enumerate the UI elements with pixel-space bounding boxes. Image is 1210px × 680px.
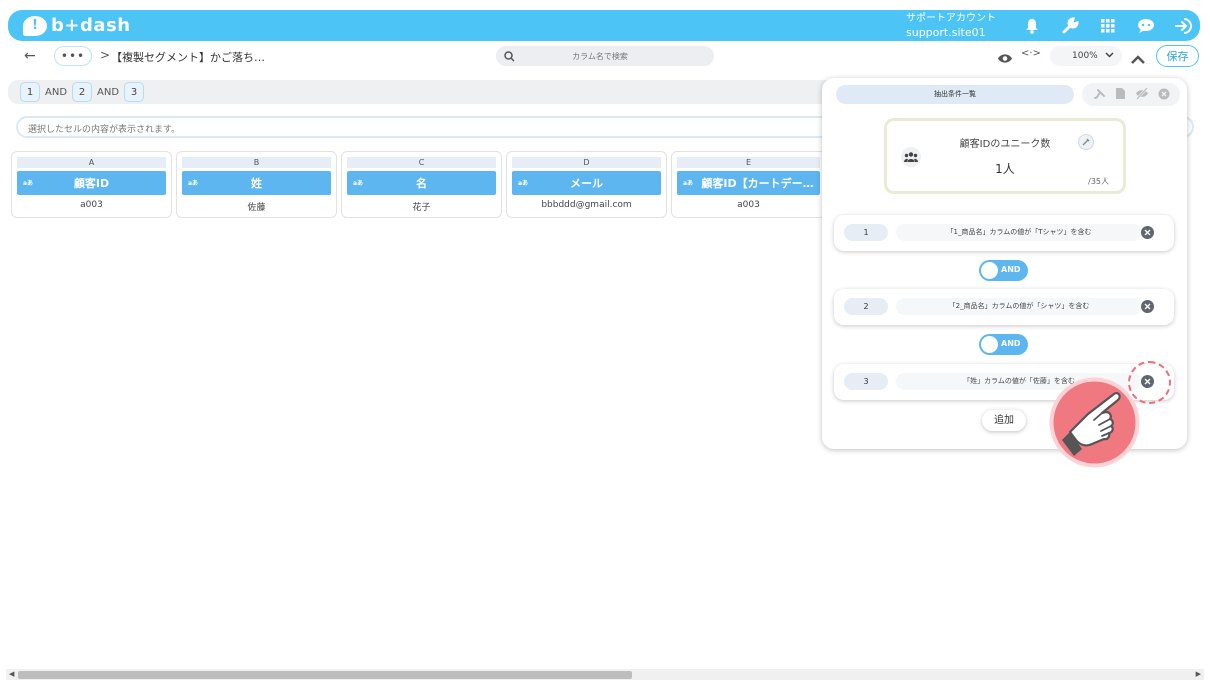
zoom-select[interactable]: 100% bbox=[1050, 46, 1122, 66]
eye-off-icon[interactable] bbox=[1135, 85, 1149, 104]
column-name: 顧客ID bbox=[73, 177, 110, 190]
unique-count-value: 1人 bbox=[995, 162, 1015, 176]
column-search bbox=[496, 46, 714, 66]
logout-icon[interactable] bbox=[1165, 17, 1203, 35]
chevron-up-icon[interactable] bbox=[1131, 49, 1145, 68]
text-type-icon: aあ bbox=[23, 180, 34, 187]
and-toggle[interactable]: AND bbox=[979, 334, 1028, 355]
column-value[interactable]: 花子 bbox=[342, 200, 501, 213]
condition-text[interactable]: 「2_商品名」カラムの値が「シャツ」を含む bbox=[896, 298, 1142, 315]
grid-apps-icon[interactable] bbox=[1089, 18, 1127, 33]
column-header[interactable]: aあ 姓 bbox=[182, 171, 331, 195]
search-icon bbox=[504, 47, 515, 66]
and-label: AND bbox=[1001, 265, 1021, 274]
account-site: support.site01 bbox=[906, 26, 986, 39]
account-label: サポートアカウント bbox=[906, 13, 996, 24]
chat-support-icon[interactable] bbox=[1127, 18, 1165, 34]
column-name: 名 bbox=[416, 177, 427, 190]
edit-icon[interactable] bbox=[1078, 134, 1094, 150]
column-name: 姓 bbox=[251, 177, 262, 190]
scrollbar-thumb[interactable] bbox=[18, 671, 632, 679]
breadcrumb-separator: > bbox=[100, 48, 111, 62]
column-header[interactable]: aあ メール bbox=[512, 171, 661, 195]
logo-text: b+dash bbox=[51, 15, 131, 36]
condition-chips: 1 AND 2 AND 3 bbox=[20, 82, 145, 102]
search-input[interactable] bbox=[515, 51, 685, 61]
chip-and-label: AND bbox=[45, 86, 68, 98]
logo[interactable]: ! b+dash bbox=[23, 15, 131, 36]
condition-chip[interactable]: 1 bbox=[20, 82, 40, 102]
tab-conditions-list[interactable]: 抽出条件一覧 bbox=[836, 85, 1074, 104]
column-value[interactable]: bbbddd@gmail.com bbox=[507, 200, 666, 210]
column-name: 顧客ID【カートデー… bbox=[701, 177, 814, 190]
text-type-icon: aあ bbox=[353, 180, 364, 187]
wrench-icon[interactable] bbox=[1051, 16, 1089, 35]
scroll-right-icon[interactable]: ▶ bbox=[1196, 670, 1201, 678]
condition-number: 2 bbox=[844, 298, 888, 315]
code-toggle[interactable]: <·> bbox=[1021, 48, 1041, 59]
toggle-knob bbox=[981, 262, 998, 279]
palette-icon[interactable] bbox=[1093, 85, 1106, 104]
save-button[interactable]: 保存 bbox=[1156, 45, 1199, 67]
and-toggle[interactable]: AND bbox=[979, 260, 1028, 281]
column-value[interactable]: 佐藤 bbox=[177, 200, 336, 213]
text-type-icon: aあ bbox=[683, 180, 694, 187]
condition-chip[interactable]: 2 bbox=[72, 82, 93, 102]
unique-count-card: 顧客IDのユニーク数 1人 /35人 bbox=[884, 118, 1126, 194]
zoom-value: 100% bbox=[1072, 51, 1098, 61]
logo-bubble-icon: ! bbox=[23, 15, 47, 36]
document-icon[interactable] bbox=[1115, 85, 1126, 104]
condition-chip[interactable]: 3 bbox=[124, 82, 145, 102]
column-letter: E bbox=[677, 157, 820, 168]
condition-number: 1 bbox=[844, 224, 888, 241]
close-icon[interactable] bbox=[1141, 300, 1154, 313]
column-header[interactable]: aあ 名 bbox=[347, 171, 496, 195]
column-letter: C bbox=[347, 157, 496, 168]
add-condition-button[interactable]: 追加 bbox=[982, 410, 1026, 431]
panel-tools bbox=[1082, 83, 1180, 106]
column-letter: D bbox=[512, 157, 661, 168]
top-header: ! b+dash サポートアカウント support.site01 bbox=[8, 10, 1200, 41]
close-circle-icon[interactable] bbox=[1158, 85, 1170, 104]
column-header[interactable]: aあ 顧客ID bbox=[17, 171, 166, 195]
chip-and-label: AND bbox=[97, 86, 120, 98]
condition-number: 3 bbox=[844, 373, 888, 390]
column-letter: A bbox=[17, 157, 166, 168]
app-root: ! b+dash サポートアカウント support.site01 ← ••• … bbox=[0, 0, 1210, 680]
pointing-hand-icon bbox=[1048, 376, 1141, 469]
scroll-left-icon[interactable]: ◀ bbox=[9, 670, 14, 678]
text-type-icon: aあ bbox=[518, 180, 529, 187]
bell-icon[interactable] bbox=[1013, 18, 1051, 34]
close-icon[interactable] bbox=[1141, 226, 1154, 239]
cell-content-placeholder: 選択したセルの内容が表示されます。 bbox=[28, 125, 181, 135]
column-card[interactable]: D aあ メール bbbddd@gmail.com bbox=[506, 151, 667, 218]
column-letter: B bbox=[182, 157, 331, 168]
column-card[interactable]: B aあ 姓 佐藤 bbox=[176, 151, 337, 218]
more-button[interactable]: ••• bbox=[54, 46, 92, 66]
condition-row[interactable]: 1 「1_商品名」カラムの値が「Tシャツ」を含む bbox=[834, 215, 1174, 251]
text-type-icon: aあ bbox=[188, 180, 199, 187]
column-card[interactable]: A aあ 顧客ID a003 bbox=[11, 151, 172, 218]
column-card[interactable]: C aあ 名 花子 bbox=[341, 151, 502, 218]
toggle-knob bbox=[981, 336, 998, 353]
toolbar: ← ••• > 【複製セグメント】かご落ち… <·> 100% 保存 bbox=[8, 42, 1202, 70]
header-icons bbox=[1013, 10, 1203, 41]
column-header[interactable]: aあ 顧客ID【カートデー… bbox=[677, 171, 820, 195]
chevron-down-icon bbox=[1105, 51, 1114, 61]
column-value[interactable]: a003 bbox=[12, 200, 171, 210]
horizontal-scrollbar[interactable]: ◀ ▶ bbox=[6, 669, 1204, 680]
column-card[interactable]: E aあ 顧客ID【カートデー… a003 bbox=[671, 151, 826, 218]
eye-icon[interactable] bbox=[997, 49, 1013, 68]
back-button[interactable]: ← bbox=[24, 48, 36, 64]
unique-count-total: /35人 bbox=[1088, 177, 1109, 186]
column-value[interactable]: a003 bbox=[672, 200, 825, 210]
condition-row[interactable]: 2 「2_商品名」カラムの値が「シャツ」を含む bbox=[834, 289, 1174, 325]
and-label: AND bbox=[1001, 339, 1021, 348]
condition-chip-bar: 1 AND 2 AND 3 bbox=[8, 80, 838, 104]
column-name: メール bbox=[570, 177, 603, 190]
account-info[interactable]: サポートアカウント support.site01 bbox=[906, 12, 996, 40]
condition-text[interactable]: 「1_商品名」カラムの値が「Tシャツ」を含む bbox=[896, 224, 1142, 241]
breadcrumb[interactable]: 【複製セグメント】かご落ち… bbox=[111, 49, 265, 65]
